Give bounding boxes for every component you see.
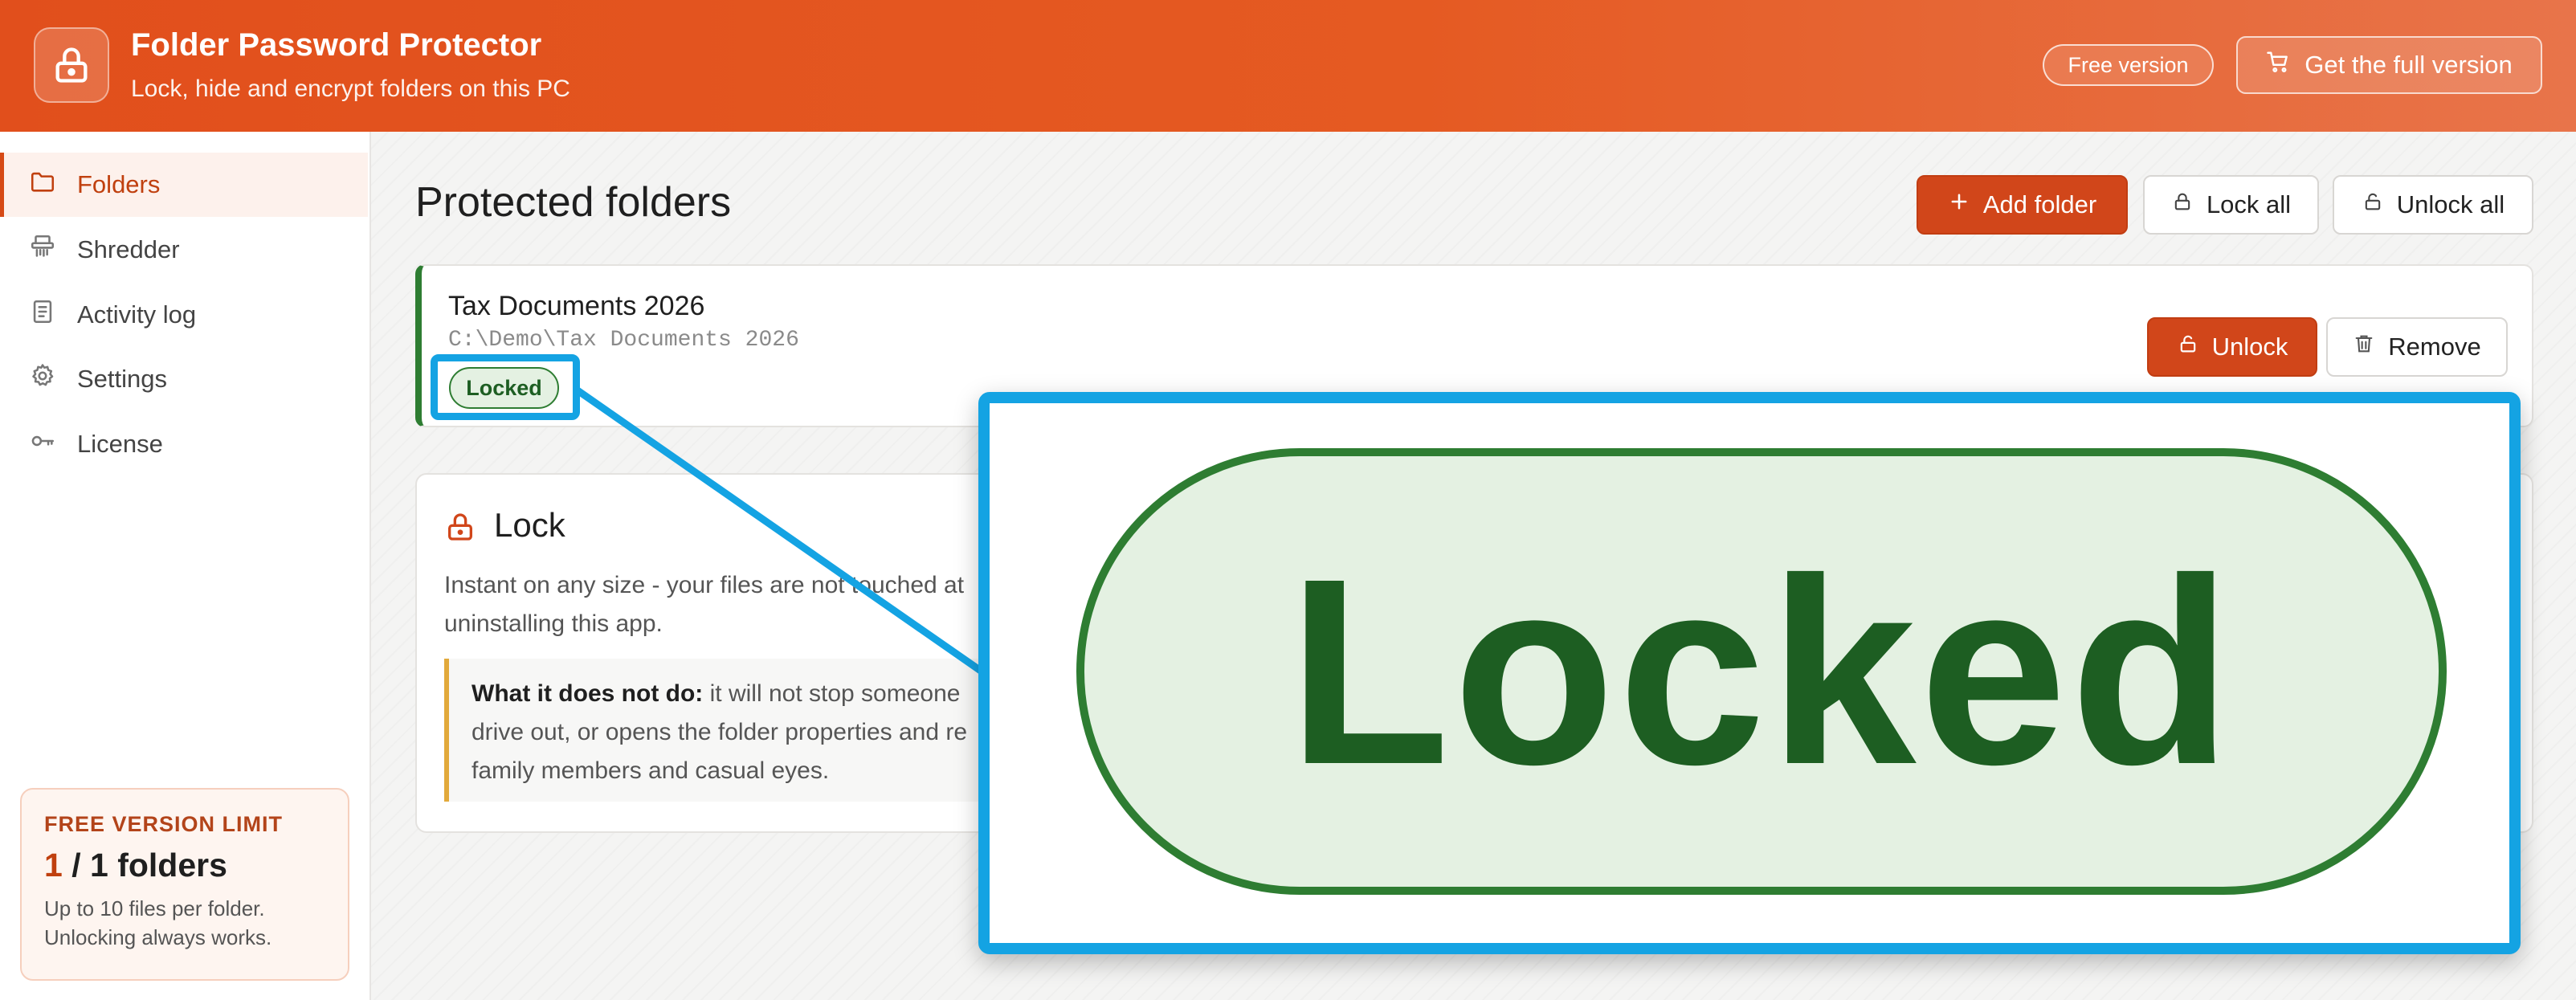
free-version-badge: Free version bbox=[2043, 44, 2214, 86]
zoomed-status-badge: Locked bbox=[1076, 448, 2447, 895]
key-icon bbox=[29, 427, 56, 461]
sidebar-item-settings[interactable]: Settings bbox=[0, 347, 368, 411]
sidebar-item-activity-log[interactable]: Activity log bbox=[0, 283, 368, 347]
lock-title: Lock bbox=[494, 506, 565, 544]
zoom-callout: Locked bbox=[978, 392, 2521, 954]
limit-note: Up to 10 files per folder. Unlocking alw… bbox=[44, 894, 325, 952]
unlock-button[interactable]: Unlock bbox=[2147, 317, 2317, 377]
sidebar-item-folders[interactable]: Folders bbox=[0, 153, 368, 217]
unlock-all-button[interactable]: Unlock all bbox=[2333, 175, 2533, 235]
page-title: Protected folders bbox=[415, 179, 732, 226]
limit-note-line: Unlocking always works. bbox=[44, 925, 272, 949]
unlock-label: Unlock bbox=[2211, 333, 2288, 361]
app-subtitle: Lock, hide and encrypt folders on this P… bbox=[131, 76, 570, 102]
get-full-version-label: Get the full version bbox=[2305, 51, 2513, 79]
padlock-icon bbox=[444, 511, 476, 547]
remove-label: Remove bbox=[2388, 333, 2481, 361]
app-header: Folder Password Protector Lock, hide and… bbox=[0, 0, 2576, 132]
highlight-frame bbox=[431, 354, 580, 420]
unlock-all-label: Unlock all bbox=[2396, 190, 2505, 218]
gear-icon bbox=[29, 362, 56, 396]
app-title: Folder Password Protector bbox=[131, 27, 542, 63]
folder-icon bbox=[29, 168, 56, 202]
limit-total: / 1 folders bbox=[71, 847, 227, 884]
lock-all-button[interactable]: Lock all bbox=[2143, 175, 2319, 235]
document-icon bbox=[29, 298, 56, 332]
limit-count: 1 / 1 folders bbox=[44, 847, 325, 884]
sidebar-item-label: License bbox=[77, 430, 163, 458]
sidebar-item-label: Activity log bbox=[77, 300, 197, 329]
add-folder-button[interactable]: Add folder bbox=[1917, 175, 2128, 235]
limit-note-line: Up to 10 files per folder. bbox=[44, 896, 265, 920]
shredder-icon bbox=[29, 233, 56, 267]
free-limit-card: FREE VERSION LIMIT 1 / 1 folders Up to 1… bbox=[20, 788, 349, 981]
folder-path: C:\Demo\Tax Documents 2026 bbox=[448, 328, 799, 353]
padlock-icon bbox=[2171, 190, 2194, 219]
warning-title: What it does not do: bbox=[472, 680, 704, 707]
lock-all-label: Lock all bbox=[2206, 190, 2292, 218]
sidebar-item-shredder[interactable]: Shredder bbox=[0, 218, 368, 282]
folder-name: Tax Documents 2026 bbox=[448, 291, 705, 321]
sidebar-item-label: Folders bbox=[77, 170, 161, 198]
sidebar-item-license[interactable]: License bbox=[0, 412, 368, 476]
plus-icon bbox=[1948, 190, 1970, 219]
limit-title: FREE VERSION LIMIT bbox=[44, 812, 284, 836]
sidebar-item-label: Settings bbox=[77, 365, 168, 393]
cart-icon bbox=[2266, 50, 2290, 80]
get-full-version-button[interactable]: Get the full version bbox=[2236, 36, 2542, 94]
unlock-icon bbox=[2362, 190, 2384, 219]
add-folder-label: Add folder bbox=[1982, 190, 2097, 218]
trash-icon bbox=[2353, 333, 2375, 361]
limit-used: 1 bbox=[44, 847, 63, 884]
unlock-icon bbox=[2177, 333, 2199, 361]
warning-text: it will not stop someone bbox=[703, 680, 961, 707]
remove-button[interactable]: Remove bbox=[2326, 317, 2508, 377]
padlock-icon bbox=[34, 27, 109, 103]
sidebar-item-label: Shredder bbox=[77, 235, 180, 263]
